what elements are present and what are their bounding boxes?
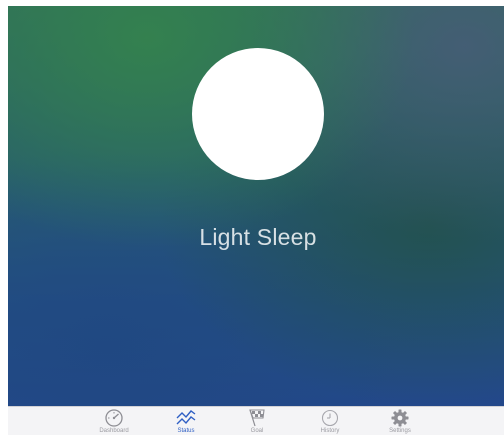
- tab-bar: Dashboard Status Goal History Settings: [8, 406, 504, 435]
- tab-label: Goal: [250, 428, 264, 434]
- speedometer-icon: [105, 409, 123, 427]
- tab-status[interactable]: Status: [156, 408, 216, 435]
- gear-icon: [391, 409, 409, 427]
- sleep-state-label: Light Sleep: [199, 224, 317, 250]
- tab-label: History: [320, 428, 340, 434]
- tab-goal[interactable]: Goal: [227, 408, 287, 435]
- app-screen: Light Sleep Dashboard Status Goal Histor…: [8, 6, 504, 435]
- sleep-state-circle: [192, 48, 324, 180]
- graph-icon: [176, 410, 196, 425]
- tab-label: Settings: [389, 428, 411, 434]
- tab-dashboard[interactable]: Dashboard: [84, 408, 144, 435]
- tab-label: Status: [177, 428, 195, 434]
- clock-icon: [321, 409, 339, 427]
- tab-label: Dashboard: [99, 428, 129, 434]
- tab-settings[interactable]: Settings: [370, 408, 430, 435]
- checkered-flag-icon: [249, 409, 265, 427]
- tab-history[interactable]: History: [300, 408, 360, 435]
